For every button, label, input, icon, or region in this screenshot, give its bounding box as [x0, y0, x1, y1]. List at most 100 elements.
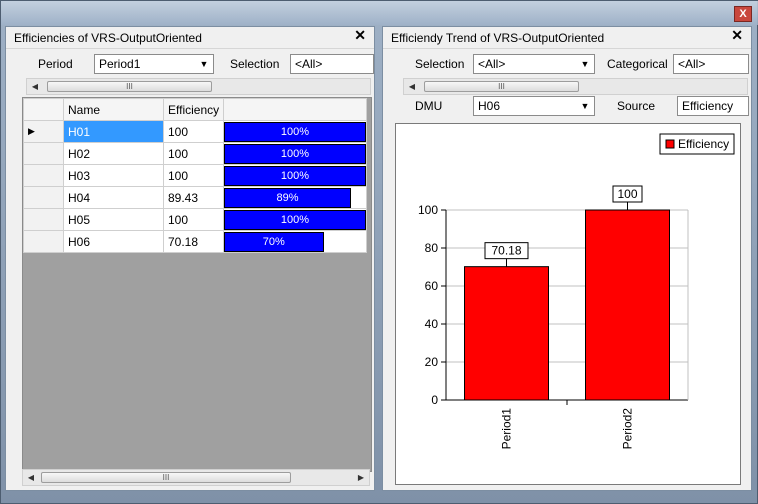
efficiency-cell[interactable]: 70.18	[163, 230, 224, 253]
source-dropdown[interactable]: Efficiency	[677, 96, 749, 116]
name-cell[interactable]: H06	[63, 230, 164, 253]
period-row: Period	[38, 53, 73, 75]
row-header-cell[interactable]	[23, 164, 64, 187]
name-cell[interactable]: H03	[63, 164, 164, 187]
table-header-row: Name Efficiency	[23, 98, 367, 121]
efficiencies-pane-close-icon[interactable]: ✕	[354, 27, 366, 44]
efficiency-bar: 100%	[224, 143, 366, 164]
y-tick-label: 20	[425, 355, 439, 369]
table-row[interactable]: H06 70.18 70%	[23, 230, 367, 253]
chart-area: 0 20 40 60 80 100 70.18 Period1 100 Period2 Effici…	[395, 123, 741, 485]
efficiency-bar-cell[interactable]: 100%	[223, 120, 367, 143]
efficiency-cell[interactable]: 100	[163, 208, 224, 231]
period-value: Period1	[99, 57, 141, 71]
name-cell[interactable]: H05	[63, 208, 164, 231]
source-value: Efficiency	[682, 99, 734, 113]
categorical-row: Categorical	[607, 53, 668, 75]
y-tick-label: 40	[425, 317, 439, 331]
trend-pane: Efficiendy Trend of VRS-OutputOriented ✕…	[382, 26, 752, 491]
row-header-cell[interactable]	[23, 230, 64, 253]
efficiencies-title-text: Efficiencies of VRS-OutputOriented	[14, 31, 202, 45]
trend-selection-dropdown[interactable]: <All> ▼	[473, 54, 595, 74]
table-row[interactable]: H05 100 100%	[23, 208, 367, 231]
efficiency-bar-cell[interactable]: 70%	[223, 230, 367, 253]
window-close-button[interactable]: X	[734, 6, 752, 22]
legend-label: Efficiency	[678, 137, 729, 151]
trend-selection-label: Selection	[415, 57, 465, 71]
table-row[interactable]: H04 89.43 89%	[23, 186, 367, 209]
table-row[interactable]: H02 100 100%	[23, 142, 367, 165]
row-header-cell[interactable]	[23, 208, 64, 231]
efficiency-cell[interactable]: 100	[163, 120, 224, 143]
column-header-efficiency[interactable]: Efficiency	[163, 98, 224, 121]
y-tick-label: 100	[418, 203, 438, 217]
table-row[interactable]: ▶ H01 100 100%	[23, 120, 367, 143]
x-tick-label: Period2	[621, 408, 635, 450]
row-header-cell[interactable]	[23, 142, 64, 165]
selection-row: Selection	[230, 53, 279, 75]
efficiency-bar-cell[interactable]: 100%	[223, 208, 367, 231]
chevron-down-icon: ▼	[580, 101, 590, 111]
efficiency-bar-cell[interactable]: 100%	[223, 164, 367, 187]
data-label: 70.18	[491, 244, 521, 258]
scroll-thumb[interactable]: III	[41, 472, 291, 483]
name-cell[interactable]: H04	[63, 186, 164, 209]
scroll-thumb[interactable]: III	[47, 81, 212, 92]
efficiency-table: Name Efficiency ▶ H01 100 100% H02 100 100% H03…	[23, 98, 367, 253]
top-horizontal-scrollbar[interactable]: ◀ III	[26, 78, 371, 95]
bar-Period1	[464, 266, 549, 401]
selection-dropdown[interactable]: <All>	[290, 54, 374, 74]
period-dropdown[interactable]: Period1 ▼	[94, 54, 214, 74]
efficiencies-pane-title: Efficiencies of VRS-OutputOriented ✕	[6, 27, 374, 49]
trend-title-text: Efficiendy Trend of VRS-OutputOriented	[391, 31, 605, 45]
name-cell[interactable]: H01	[63, 120, 164, 143]
source-row: Source	[617, 95, 655, 117]
efficiency-cell[interactable]: 89.43	[163, 186, 224, 209]
efficiencies-pane: Efficiencies of VRS-OutputOriented ✕ Per…	[5, 26, 375, 491]
table-row[interactable]: H03 100 100%	[23, 164, 367, 187]
efficiency-bar: 89%	[224, 187, 351, 208]
legend-swatch	[665, 139, 675, 149]
title-bar	[1, 1, 758, 25]
efficiency-grid-area: Name Efficiency ▶ H01 100 100% H02 100 100% H03…	[22, 97, 372, 472]
efficiency-bar-cell[interactable]: 100%	[223, 142, 367, 165]
x-tick-label: Period1	[500, 408, 514, 450]
trend-pane-title: Efficiendy Trend of VRS-OutputOriented ✕	[383, 27, 751, 49]
bar-Period2	[585, 209, 670, 401]
categorical-value: <All>	[678, 57, 706, 71]
bottom-horizontal-scrollbar[interactable]: ◀ III ▶	[22, 469, 370, 486]
scroll-left-icon[interactable]: ◀	[23, 470, 39, 485]
column-header-name[interactable]: Name	[63, 98, 164, 121]
efficiency-bar: 100%	[224, 121, 366, 142]
y-tick-label: 60	[425, 279, 439, 293]
categorical-label: Categorical	[607, 57, 668, 71]
trend-selection-value: <All>	[478, 57, 506, 71]
categorical-dropdown[interactable]: <All>	[673, 54, 749, 74]
efficiency-cell[interactable]: 100	[163, 142, 224, 165]
column-header-bar[interactable]	[223, 98, 367, 121]
trend-selection-row: Selection	[415, 53, 464, 75]
source-label: Source	[617, 99, 656, 113]
scroll-left-icon[interactable]: ◀	[27, 79, 43, 94]
data-label: 100	[617, 187, 637, 201]
dmu-value: H06	[478, 99, 501, 113]
row-header-cell[interactable]: ▶	[23, 120, 64, 143]
dmu-label: DMU	[415, 99, 443, 113]
efficiency-bar: 100%	[224, 165, 366, 186]
scroll-left-icon[interactable]: ◀	[404, 79, 420, 94]
row-header-corner	[23, 98, 64, 121]
dmu-dropdown[interactable]: H06 ▼	[473, 96, 595, 116]
efficiency-cell[interactable]: 100	[163, 164, 224, 187]
chevron-down-icon: ▼	[199, 59, 209, 69]
y-tick-label: 80	[425, 241, 439, 255]
trend-pane-close-icon[interactable]: ✕	[731, 27, 743, 44]
app-window: X Efficiencies of VRS-OutputOriented ✕ P…	[0, 0, 758, 504]
period-label: Period	[38, 57, 73, 71]
dmu-row: DMU	[415, 95, 442, 117]
trend-top-scrollbar[interactable]: ◀ III	[403, 78, 748, 95]
name-cell[interactable]: H02	[63, 142, 164, 165]
scroll-right-icon[interactable]: ▶	[353, 470, 369, 485]
row-header-cell[interactable]	[23, 186, 64, 209]
scroll-thumb[interactable]: III	[424, 81, 579, 92]
efficiency-bar-cell[interactable]: 89%	[223, 186, 367, 209]
